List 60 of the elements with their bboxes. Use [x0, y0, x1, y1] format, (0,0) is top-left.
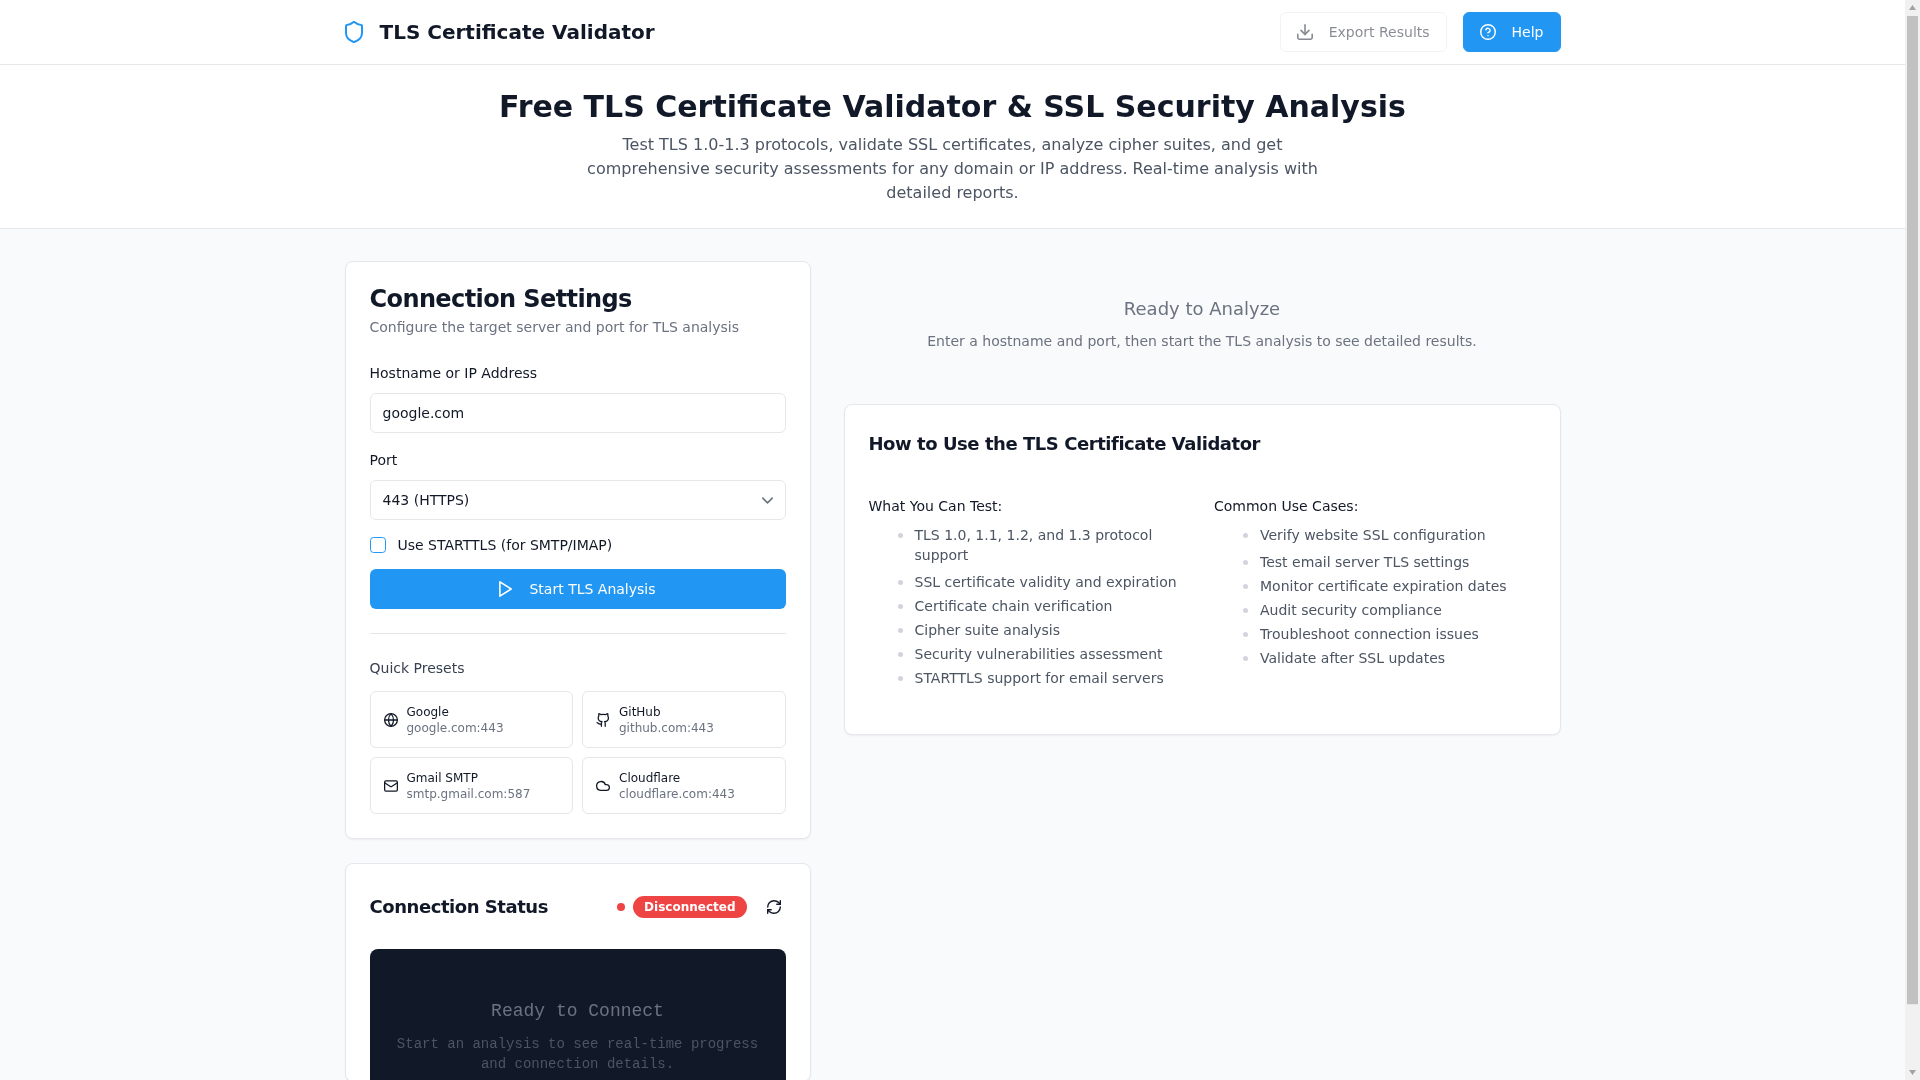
bullet-icon: [897, 652, 903, 657]
card-title: How to Use the TLS Certificate Validator: [868, 432, 1262, 456]
preset-button[interactable]: GitHub github.com:443: [582, 691, 786, 748]
console-title: Ready to Connect: [490, 1000, 665, 1023]
bullet-icon: [1243, 584, 1248, 589]
card-title: Connection Status: [369, 895, 548, 919]
bullet-icon: [1243, 656, 1248, 661]
list-item-text: Monitor certificate expiration dates: [1260, 577, 1507, 596]
bullet-icon: [897, 628, 903, 633]
preset-button[interactable]: Google google.com:443: [369, 691, 573, 748]
bullet-icon: [1243, 533, 1248, 538]
app-title: TLS Certificate Validator: [379, 19, 655, 46]
globe-icon: [383, 712, 398, 727]
list-item-text: Verify website SSL configuration: [1260, 526, 1486, 545]
list-item-text: Validate after SSL updates: [1260, 649, 1446, 668]
hostname-input-field[interactable]: google.com: [369, 393, 786, 433]
field-label: Hostname or IP Address: [369, 364, 539, 383]
empty-state-text: Enter a hostname and port, then start the TLS analysis to see detailed results.: [926, 332, 1478, 351]
shield-icon: [344, 21, 363, 43]
list-heading: What You Can Test:: [868, 497, 1004, 516]
status-badge: Disconnected: [633, 896, 747, 918]
play-icon: [499, 581, 513, 597]
chevron-down-icon: [761, 496, 773, 504]
scrollbar[interactable]: [1905, 0, 1920, 1080]
list-item-text: TLS 1.0, 1.1, 1.2, and 1.3 protocol support: [914, 526, 1154, 565]
empty-state-title: Ready to Analyze: [1122, 297, 1282, 321]
bullet-icon: [1243, 608, 1248, 613]
bullet-icon: [897, 676, 903, 681]
list-item-text: Troubleshoot connection issues: [1260, 625, 1479, 644]
console-message: Start an analysis to see real-time progress and connection details.: [395, 1035, 760, 1074]
list-item-text: SSL certificate validity and expiration: [914, 573, 1177, 592]
page-heading: Free TLS Certificate Validator & SSL Security Analysis: [498, 89, 1407, 125]
port-select[interactable]: 443 (HTTPS): [369, 480, 786, 520]
bullet-icon: [1243, 632, 1248, 637]
checkbox-label: Use STARTTLS (for SMTP/IMAP): [397, 536, 613, 555]
refresh-icon: [766, 900, 781, 914]
field-label: Port: [369, 451, 399, 470]
envelope-icon: [383, 778, 398, 793]
help-icon: [1479, 24, 1496, 40]
github-icon: [596, 712, 610, 727]
list-item-text: Security vulnerabilities assessment: [914, 645, 1163, 664]
cloud-icon: [596, 778, 610, 793]
list-item-text: Cipher suite analysis: [914, 621, 1061, 640]
download-icon: [1296, 24, 1313, 40]
section-label: Quick Presets: [369, 659, 466, 678]
list-heading: Common Use Cases:: [1214, 497, 1360, 516]
list-item-text: Audit security compliance: [1260, 601, 1442, 620]
starttls-checkbox[interactable]: [369, 537, 386, 553]
bullet-icon: [897, 533, 903, 538]
list-item-text: STARTTLS support for email servers: [914, 669, 1164, 688]
list-item-text: Test email server TLS settings: [1260, 553, 1470, 572]
preset-button[interactable]: Cloudflare cloudflare.com:443: [582, 757, 786, 814]
bullet-icon: [897, 604, 903, 609]
bullet-icon: [1243, 560, 1248, 565]
card-title: Connection Settings: [369, 287, 633, 311]
card-subtitle: Configure the target server and port for TLS analysis: [369, 318, 741, 337]
bullet-icon: [897, 580, 903, 585]
preset-button[interactable]: Gmail SMTP smtp.gmail.com:587: [369, 757, 573, 814]
page-description: Test TLS 1.0-1.3 protocols, validate SSL certificates, analyze cipher suites, and get comprehensive security assessments for any domain or IP address. Real-time analysis with detailed reports.: [586, 134, 1319, 204]
list-item-text: Certificate chain verification: [914, 597, 1113, 616]
